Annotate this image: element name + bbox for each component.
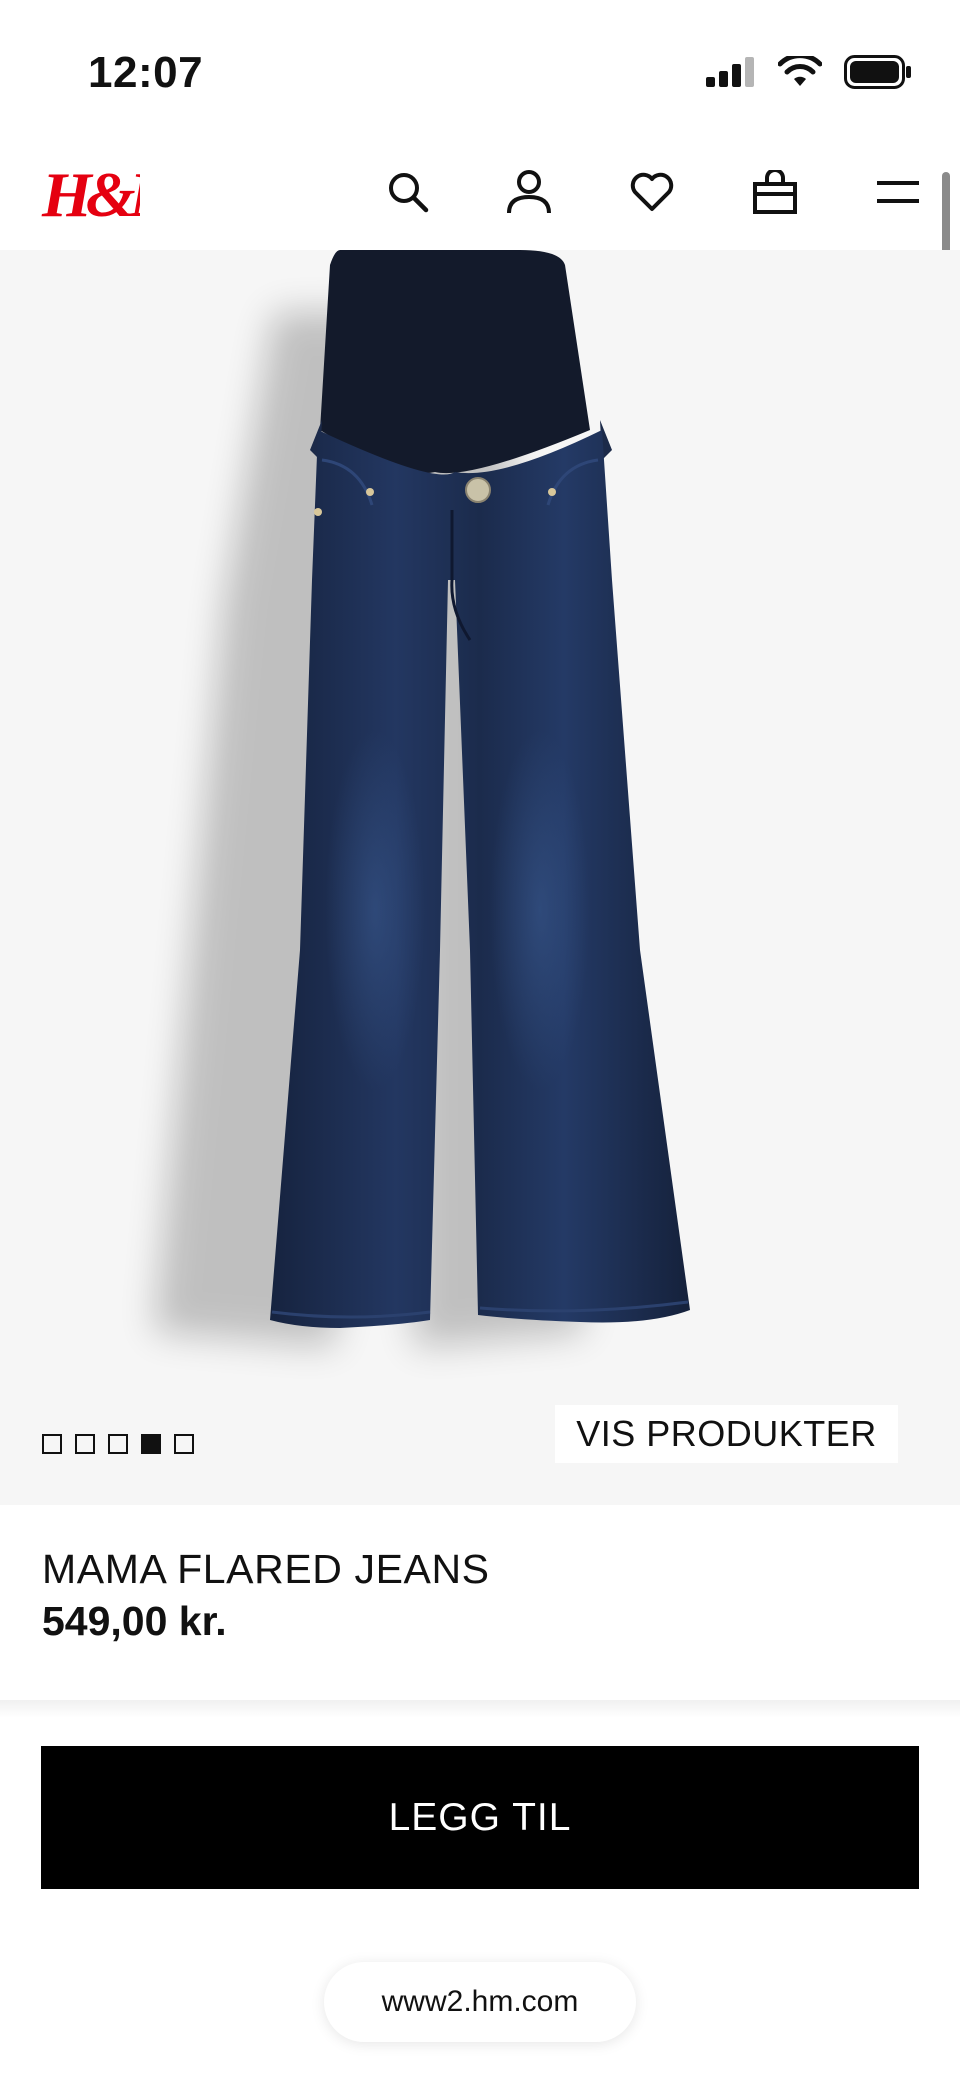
battery-icon	[844, 54, 912, 94]
product-name: MAMA FLARED JEANS	[42, 1546, 490, 1592]
account-icon[interactable]	[497, 160, 561, 224]
wifi-icon	[777, 52, 823, 93]
gallery-indicators	[42, 1434, 194, 1454]
menu-icon[interactable]	[866, 160, 930, 224]
browser-url-bar[interactable]: www2.hm.com	[324, 1962, 636, 2042]
search-icon[interactable]	[376, 160, 440, 224]
page: 12:07 H& VIS PRODUKTER MAMA FLARED JEANS…	[0, 0, 960, 2079]
product-price: 549,00 kr.	[42, 1598, 227, 1644]
hm-logo[interactable]: H&M	[40, 154, 195, 235]
cellular-signal-icon	[706, 56, 756, 92]
gallery-dot[interactable]	[108, 1434, 128, 1454]
heart-icon[interactable]	[620, 160, 684, 224]
status-bar: 12:07	[0, 0, 960, 150]
svg-text:H&M: H&M	[41, 159, 140, 230]
status-time: 12:07	[88, 48, 204, 97]
add-to-bag-button[interactable]: LEGG TIL	[41, 1746, 919, 1889]
site-header: H&M	[0, 150, 960, 250]
product-image-gallery[interactable]	[0, 250, 960, 1505]
gallery-dot[interactable]	[174, 1434, 194, 1454]
bag-icon[interactable]	[743, 160, 807, 224]
show-products-button[interactable]: VIS PRODUKTER	[555, 1405, 898, 1463]
product-image	[154, 250, 690, 1347]
gallery-dot[interactable]	[42, 1434, 62, 1454]
gallery-dot-active[interactable]	[141, 1434, 161, 1454]
status-icons	[706, 52, 912, 94]
divider	[0, 1700, 960, 1718]
gallery-dot[interactable]	[75, 1434, 95, 1454]
